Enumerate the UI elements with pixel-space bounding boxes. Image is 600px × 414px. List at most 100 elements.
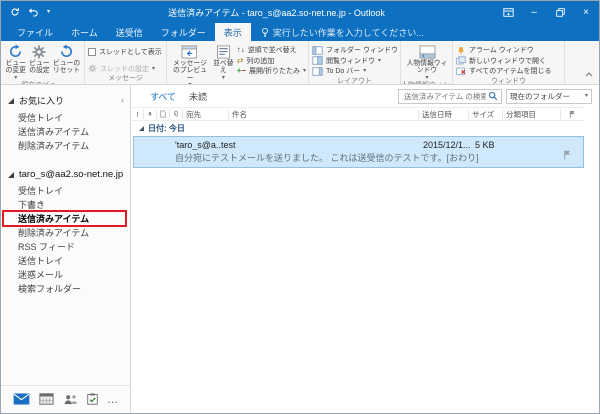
alarm-bell-icon: [458, 46, 464, 54]
sidebar-item-favorites-deleted-items[interactable]: 削除済みアイテム: [1, 139, 130, 153]
minimize-folder-pane-icon[interactable]: ‹: [121, 96, 124, 105]
message-row[interactable]: 'taro_s@a... test 2015/12/1... 5 KB 自分宛に…: [133, 136, 584, 168]
thread-settings-label: スレッドの設定: [100, 65, 149, 73]
account-header[interactable]: taro_s@aa2.so-net.ne.jp: [1, 153, 130, 184]
column-importance[interactable]: !: [132, 109, 143, 119]
people-nav-icon[interactable]: [63, 394, 78, 407]
open-new-window-button[interactable]: 新しいウィンドウで開く: [456, 56, 552, 67]
send-receive-icon[interactable]: [10, 7, 20, 17]
tab-home[interactable]: ホーム: [62, 23, 107, 41]
sidebar-item-sent-items[interactable]: 送信済みアイテム: [1, 210, 130, 227]
group-header-label: 日付: 今日: [148, 123, 185, 133]
sidebar-item-deleted-items[interactable]: 削除済みアイテム: [1, 226, 130, 240]
more-nav-icon[interactable]: …: [107, 395, 119, 406]
tab-folder[interactable]: フォルダー: [152, 23, 215, 41]
chevron-down-icon: ▾: [584, 93, 588, 99]
message-list-pane: すべて 未読 現在のフォルダー ▾ ! 宛先 件名 送信: [132, 85, 599, 413]
todo-bar-label: To Do バー: [326, 68, 361, 76]
column-categories[interactable]: 分類項目: [502, 109, 560, 119]
chevron-down-icon: ▾: [188, 82, 191, 84]
show-as-threads-checkbox[interactable]: スレッドとして表示: [88, 47, 162, 58]
add-columns-button[interactable]: ⇄ 列の追加: [237, 56, 306, 67]
reading-pane-button[interactable]: 閲覧ウィンドウ ▾: [312, 56, 400, 67]
message-preview-label: メッセージのプレビュー: [172, 60, 207, 82]
column-size[interactable]: サイズ: [468, 109, 502, 119]
customize-qat-caret-icon[interactable]: ▾: [47, 9, 50, 15]
close-button[interactable]: ×: [573, 1, 599, 23]
tab-view[interactable]: 表示: [214, 23, 251, 41]
column-item-type-icon[interactable]: [156, 109, 169, 119]
thread-settings-icon: [88, 64, 97, 73]
sidebar-item-junk-mail[interactable]: 迷惑メール: [1, 268, 130, 282]
chevron-down-icon: ▾: [302, 68, 306, 75]
message-sent-date: 2015/12/1...: [423, 140, 471, 150]
tab-send-receive[interactable]: 送受信: [107, 23, 152, 41]
expand-collapse-button[interactable]: +− 展開/折りたたみ ▾: [237, 66, 306, 77]
search-icon[interactable]: [488, 91, 498, 101]
reading-pane-label: 閲覧ウィンドウ: [326, 57, 375, 65]
thread-settings-button[interactable]: スレッドの設定 ▾: [88, 64, 162, 75]
tab-file[interactable]: ファイル: [8, 23, 62, 41]
add-columns-icon: ⇄: [236, 55, 244, 65]
sidebar-item-favorites-inbox[interactable]: 受信トレイ: [1, 111, 130, 125]
add-columns-label: 列の追加: [246, 57, 275, 65]
reset-view-label: ビューのリセット: [52, 60, 81, 75]
arrange-by-button[interactable]: 並べ替え ▾: [210, 44, 237, 81]
filter-all[interactable]: すべて: [150, 90, 176, 103]
expand-triangle-icon[interactable]: [8, 97, 14, 104]
ribbon-display-options-icon[interactable]: [495, 1, 521, 23]
reading-pane-icon: [312, 56, 323, 65]
search-scope-dropdown[interactable]: 現在のフォルダー ▾: [506, 88, 592, 104]
checkbox-icon: [88, 48, 96, 57]
close-all-icon: [456, 67, 466, 75]
column-flag-icon[interactable]: [560, 109, 584, 119]
close-all-items-button[interactable]: すべてのアイテムを閉じる: [456, 66, 552, 77]
minimize-button[interactable]: –: [521, 1, 547, 23]
column-reminder-bell-icon[interactable]: [143, 109, 156, 119]
search-scope-label: 現在のフォルダー: [510, 91, 570, 101]
expand-triangle-icon[interactable]: [8, 171, 14, 178]
search-box[interactable]: [398, 88, 502, 104]
group-label-current-view: 現在のビュー: [1, 81, 84, 84]
sidebar-item-outbox[interactable]: 送信トレイ: [1, 254, 130, 268]
reminders-window-button[interactable]: アラーム ウィンドウ: [456, 45, 552, 56]
column-sent[interactable]: 送信日時: [418, 109, 468, 119]
sidebar-item-rss-feeds[interactable]: RSS フィード: [1, 240, 130, 254]
restore-button[interactable]: [547, 1, 573, 23]
filter-unread[interactable]: 未読: [189, 90, 207, 103]
message-to: 'taro_s@a...: [175, 140, 221, 150]
calendar-nav-icon[interactable]: [39, 393, 54, 407]
expand-triangle-icon: [139, 125, 144, 131]
chevron-down-icon: ▾: [152, 65, 156, 72]
folder-pane-button[interactable]: フォルダー ウィンドウ ▾: [312, 45, 400, 56]
ribbon-tab-bar: ファイル ホーム 送受信 フォルダー 表示 実行したい作業を入力してください..…: [1, 23, 599, 41]
group-header-today[interactable]: 日付: 今日: [132, 121, 599, 135]
favorites-header[interactable]: お気に入り ‹: [1, 85, 130, 111]
todo-bar-button[interactable]: To Do バー ▾: [312, 66, 400, 77]
search-input[interactable]: [402, 90, 488, 102]
sidebar-item-search-folders[interactable]: 検索フォルダー: [1, 282, 130, 296]
row-icon-spacer: [134, 151, 175, 164]
people-pane-button[interactable]: 人物情報ウィンドウ ▾: [405, 44, 449, 81]
column-attachment-icon[interactable]: [169, 109, 182, 119]
collapse-ribbon-chevron-icon[interactable]: [585, 64, 593, 82]
sidebar-item-favorites-sent-items[interactable]: 送信済みアイテム: [1, 125, 130, 139]
reverse-sort-button[interactable]: ↑↓ 逆順で並べ替え: [237, 45, 306, 56]
column-to[interactable]: 宛先: [182, 109, 228, 119]
arrange-by-icon: [216, 44, 231, 59]
sidebar-item-inbox[interactable]: 受信トレイ: [1, 184, 130, 198]
column-header-row: ! 宛先 件名 送信日時 サイズ 分類項目: [132, 107, 584, 121]
mail-nav-icon[interactable]: [13, 393, 30, 407]
tasks-nav-icon[interactable]: [87, 393, 98, 407]
change-view-button[interactable]: ビューの変更 ▾: [4, 44, 28, 81]
view-settings-button[interactable]: ビューの設定: [28, 44, 52, 75]
flag-icon[interactable]: [563, 150, 572, 162]
undo-icon[interactable]: [28, 7, 39, 17]
message-preview: 自分宛にテストメールを送りました。 これは送受信のテストです。[おわり]: [175, 153, 479, 163]
tell-me-box[interactable]: 実行したい作業を入力してください...: [261, 23, 424, 41]
group-label-people-pane: 人物情報ウィンドウ: [401, 81, 452, 84]
message-preview-button[interactable]: メッセージのプレビュー ▾: [170, 44, 210, 84]
sidebar-item-drafts[interactable]: 下書き: [1, 198, 130, 212]
column-subject[interactable]: 件名: [228, 109, 418, 119]
reset-view-button[interactable]: ビューのリセット: [51, 44, 82, 75]
